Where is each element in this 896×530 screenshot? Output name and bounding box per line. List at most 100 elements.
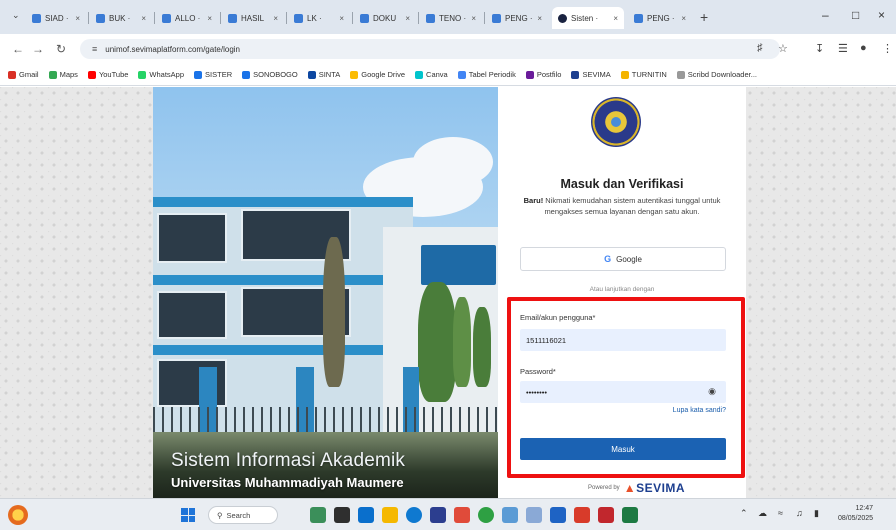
sevima-logo: ▲SEVIMA (623, 481, 686, 495)
browser-tab[interactable]: DOKU × (354, 7, 416, 29)
tab-label: Sisten · (571, 13, 599, 23)
bookmark-item[interactable]: Scribd Downloader... (676, 70, 757, 79)
wifi-icon[interactable]: ≈ (778, 508, 783, 518)
widget-icon[interactable] (310, 507, 326, 523)
tab-favicon-icon (360, 13, 369, 23)
close-icon[interactable]: × (537, 14, 542, 23)
browser-tab[interactable]: PENG · × (628, 7, 692, 29)
powered-by: Powered by ▲SEVIMA (588, 481, 685, 495)
url-bar[interactable]: ≡ unimof.sevimaplatform.com/gate/login (80, 39, 780, 59)
tab-favicon-icon (162, 13, 171, 23)
close-icon[interactable]: × (681, 14, 686, 23)
key-icon[interactable]: ♯ (757, 42, 763, 54)
back-icon[interactable]: ← (12, 42, 24, 56)
pdf-icon[interactable] (598, 507, 614, 523)
minimize-icon[interactable]: – (822, 8, 829, 22)
bookmark-label: SEVIMA (582, 70, 611, 79)
download-icon[interactable]: ↧ (815, 42, 824, 55)
tab-list-icon[interactable]: ⌄ (12, 10, 20, 21)
store-icon[interactable] (430, 507, 446, 523)
close-icon[interactable]: × (613, 14, 618, 23)
tab-label: BUK · (109, 13, 131, 23)
google-login-label: Google (616, 254, 642, 264)
battery-icon[interactable]: ▮ (814, 508, 819, 519)
password-field[interactable]: •••••••• ◉ (520, 381, 726, 403)
star-icon[interactable]: ☆ (778, 42, 788, 55)
bookmark-item[interactable]: Postfilo (525, 70, 561, 79)
close-icon[interactable]: × (273, 14, 278, 23)
bookmark-item[interactable]: TURNITIN (620, 70, 667, 79)
bookmark-item[interactable]: WhatsApp (138, 70, 184, 79)
google-icon: G (604, 254, 612, 264)
tray-chevron-icon[interactable]: ⌃ (740, 508, 748, 519)
browser-tab[interactable]: HASIL × (222, 7, 284, 29)
menu-icon[interactable]: ⋮ (882, 42, 893, 55)
browser-tab[interactable]: ALLO · × (156, 7, 218, 29)
weather-icon[interactable] (8, 505, 28, 525)
app-icon[interactable] (454, 507, 470, 523)
clock-date: 08/05/2025 (838, 515, 874, 522)
new-tab-icon[interactable]: + (700, 9, 708, 25)
app-icon[interactable] (502, 507, 518, 523)
browser-tab-active[interactable]: Sisten · × (552, 7, 624, 29)
bookmark-label: Gmail (19, 70, 39, 79)
eye-icon[interactable]: ◉ (708, 386, 716, 397)
start-icon[interactable] (181, 508, 195, 522)
excel-icon[interactable] (622, 507, 638, 523)
hero-title: Sistem Informasi Akademik (171, 450, 406, 471)
taskbar-search[interactable]: ⚲ Search (208, 506, 278, 524)
close-icon[interactable]: × (141, 14, 146, 23)
bookmark-label: Google Drive (361, 70, 406, 79)
task-view-icon[interactable] (334, 507, 350, 523)
close-icon[interactable]: × (339, 14, 344, 23)
app-icon[interactable] (526, 507, 542, 523)
edge-icon[interactable] (406, 507, 422, 523)
browser-tab[interactable]: BUK · × (90, 7, 152, 29)
browser-tab[interactable]: TENO · × (420, 7, 482, 29)
forgot-password-link[interactable]: Lupa kata sandi? (520, 407, 726, 414)
browser-tab[interactable]: PENG · × (486, 7, 548, 29)
clock[interactable]: 12:47 08/05/2025 (838, 504, 873, 524)
browser-tab[interactable]: SIAD · × (26, 7, 86, 29)
bookmark-item[interactable]: Canva (415, 70, 448, 79)
powerpoint-icon[interactable] (574, 507, 590, 523)
word-icon[interactable] (550, 507, 566, 523)
bookmark-label: TURNITIN (631, 70, 667, 79)
bookmark-label: Tabel Periodik (468, 70, 516, 79)
close-icon[interactable]: × (207, 14, 212, 23)
bookmark-item[interactable]: Tabel Periodik (457, 70, 516, 79)
volume-icon[interactable]: ♫ (796, 508, 803, 518)
bookmark-item[interactable]: YouTube (87, 70, 128, 79)
close-window-icon[interactable]: × (878, 8, 885, 22)
chrome-icon[interactable] (478, 507, 494, 523)
close-icon[interactable]: × (405, 14, 410, 23)
search-icon: ⚲ (217, 510, 223, 520)
bookmark-item[interactable]: Gmail (8, 70, 39, 79)
close-icon[interactable]: × (75, 14, 80, 23)
tab-label: PENG · (505, 13, 533, 23)
reload-icon[interactable]: ↻ (56, 42, 66, 56)
building-sign (421, 245, 496, 285)
extensions-icon[interactable]: ☰ (838, 42, 848, 55)
bookmark-item[interactable]: SISTER (194, 70, 232, 79)
profile-icon[interactable]: ● (860, 42, 867, 54)
hero-subtitle: Universitas Muhammadiyah Maumere (171, 475, 404, 490)
email-field[interactable]: 1511116021 (520, 329, 726, 351)
google-login-button[interactable]: G Google (520, 247, 726, 271)
close-icon[interactable]: × (471, 14, 476, 23)
forward-icon[interactable]: → (32, 42, 44, 56)
file-explorer-icon[interactable] (382, 507, 398, 523)
site-info-icon[interactable]: ≡ (92, 44, 97, 54)
onedrive-icon[interactable]: ☁ (758, 508, 767, 519)
chat-icon[interactable] (358, 507, 374, 523)
login-submit-button[interactable]: Masuk (520, 438, 726, 460)
bookmark-item[interactable]: SINTA (307, 70, 340, 79)
bookmark-item[interactable]: Google Drive (350, 70, 405, 79)
tab-label: PENG · (647, 13, 675, 23)
tab-label: HASIL (241, 13, 265, 23)
browser-tab[interactable]: LK · × (288, 7, 350, 29)
bookmark-item[interactable]: Maps (48, 70, 78, 79)
bookmark-item[interactable]: SONOBOGO (242, 70, 298, 79)
maximize-icon[interactable]: □ (852, 8, 859, 22)
bookmark-item[interactable]: SEVIMA (571, 70, 611, 79)
